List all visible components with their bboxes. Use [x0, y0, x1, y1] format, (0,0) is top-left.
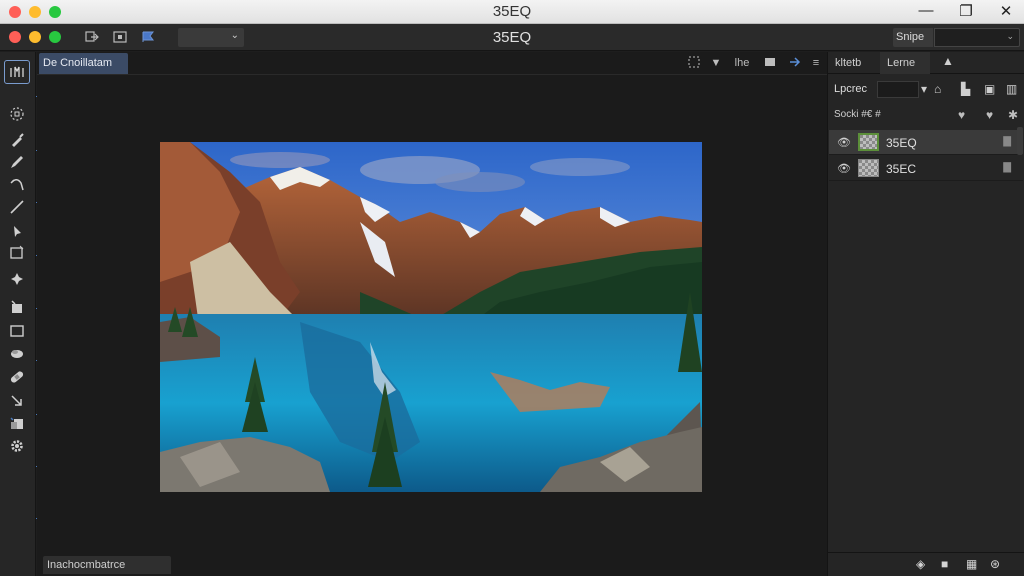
- gear-icon[interactable]: [6, 437, 28, 455]
- canvas-image[interactable]: [160, 142, 702, 492]
- trash-icon[interactable]: ▥: [1006, 82, 1017, 96]
- selection-icon[interactable]: [683, 56, 705, 71]
- blob-icon[interactable]: [6, 344, 28, 362]
- lock-icon[interactable]: ♥: [986, 108, 993, 122]
- brush-icon[interactable]: [6, 131, 28, 149]
- adjustment-icon[interactable]: ▦: [966, 557, 977, 571]
- arrow-right-icon[interactable]: [783, 56, 807, 70]
- os-window-title: 35EQ: [492, 3, 532, 20]
- app-zoom-icon[interactable]: [49, 31, 61, 43]
- layers-panel: kltetb Lerne ▲ Lpcrec ▾ ⌂ ▙ ▣ ▥ Socki #€…: [827, 52, 1024, 576]
- folder-icon[interactable]: [757, 57, 783, 70]
- search-label: Snipe: [893, 28, 933, 47]
- mask-add-icon[interactable]: ■: [941, 557, 948, 571]
- tab-kltetb[interactable]: kltetb: [828, 52, 880, 74]
- chevron-down-icon: ⌄: [1006, 31, 1014, 41]
- eye-icon[interactable]: 👁: [837, 162, 851, 175]
- move-icon[interactable]: [6, 392, 28, 410]
- panel-tabs: kltetb Lerne ▲: [828, 52, 1024, 74]
- line-icon[interactable]: [6, 198, 28, 216]
- view-label[interactable]: lhe: [727, 57, 757, 69]
- layer-row[interactable]: 👁 35EQ ▇: [829, 130, 1023, 155]
- folder-icon[interactable]: ▙: [961, 82, 970, 96]
- chevron-down-icon: ⌄: [230, 30, 239, 41]
- document-tab[interactable]: De Cnoillatam: [39, 53, 128, 74]
- layers-footer: ◈ ■ ▦ ⊛: [828, 552, 1024, 576]
- canvas-toolbar: ▼ lhe ≡: [683, 54, 825, 72]
- lock-label: Socki #€ #: [834, 109, 881, 120]
- menu-icon[interactable]: ≡: [807, 57, 825, 69]
- os-titlebar: 35EQ — ❐ ✕: [0, 0, 1024, 24]
- layers-icon[interactable]: [6, 414, 28, 432]
- layer-thumbnail: [858, 159, 879, 177]
- layer-thumbnail: [858, 133, 879, 151]
- lock-row: Socki #€ # ♥ ♥ ✱: [828, 105, 1024, 127]
- export-icon[interactable]: [84, 30, 100, 44]
- tools-panel: [0, 52, 40, 576]
- flag-icon[interactable]: [140, 30, 156, 44]
- lasso-icon[interactable]: [6, 105, 28, 123]
- blend-select[interactable]: [877, 81, 919, 98]
- minimize-icon[interactable]: —: [918, 2, 934, 20]
- layer-row[interactable]: 👁 35EC ▇: [829, 156, 1023, 181]
- frame-icon[interactable]: [112, 30, 128, 44]
- search-input[interactable]: ⌄: [934, 28, 1020, 47]
- pencil-icon[interactable]: [6, 153, 28, 171]
- home-icon[interactable]: [4, 60, 30, 84]
- triangle-down-icon[interactable]: ▼: [705, 57, 727, 69]
- status-tab[interactable]: Inachocmbatrce: [43, 556, 171, 574]
- link-icon[interactable]: ⌂: [934, 82, 941, 96]
- workspace-select[interactable]: ⌄: [178, 28, 244, 47]
- square-icon[interactable]: [6, 322, 28, 340]
- curve-icon[interactable]: [6, 176, 28, 194]
- mask-icon[interactable]: [6, 298, 28, 316]
- layers-scrollbar[interactable]: [1017, 127, 1023, 155]
- pen-icon[interactable]: [6, 222, 28, 240]
- bandage-icon[interactable]: [6, 368, 28, 386]
- app-window-controls: [9, 31, 61, 43]
- app-close-icon[interactable]: [9, 31, 21, 43]
- blend-label: Lpcrec: [834, 83, 868, 95]
- canvas-area: De Cnoillatam ▼ lhe ≡ Inachocmbatrce: [37, 52, 827, 576]
- paint-icon[interactable]: ▲: [942, 54, 954, 68]
- tab-strip-divider: [37, 74, 827, 75]
- blend-row: Lpcrec ▾ ⌂ ▙ ▣ ▥: [828, 77, 1024, 102]
- restore-icon[interactable]: ❐: [958, 2, 974, 20]
- new-layer-icon[interactable]: ▣: [984, 82, 995, 96]
- layer-options-icon[interactable]: ▇: [1003, 136, 1011, 147]
- shield-icon[interactable]: ♥: [958, 108, 965, 122]
- effects-icon[interactable]: ◈: [916, 557, 925, 571]
- delete-layer-icon[interactable]: ⊛: [990, 557, 1000, 571]
- eye-icon[interactable]: 👁: [837, 136, 851, 149]
- layer-name: 35EC: [886, 162, 917, 176]
- app-minimize-icon[interactable]: [29, 31, 41, 43]
- close-icon[interactable]: ✕: [998, 2, 1014, 20]
- settings-icon[interactable]: ✱: [1008, 108, 1018, 122]
- heal-icon[interactable]: [6, 270, 28, 288]
- tab-lerne[interactable]: Lerne: [880, 52, 930, 74]
- app-toolbar: ⌄ 35EQ Snipe ⌄: [0, 24, 1024, 51]
- layer-options-icon[interactable]: ▇: [1003, 162, 1011, 173]
- mountain-lake-photo: [160, 142, 702, 492]
- layer-name: 35EQ: [886, 136, 917, 150]
- crop-icon[interactable]: [6, 244, 28, 262]
- chevron-down-icon[interactable]: ▾: [921, 82, 927, 96]
